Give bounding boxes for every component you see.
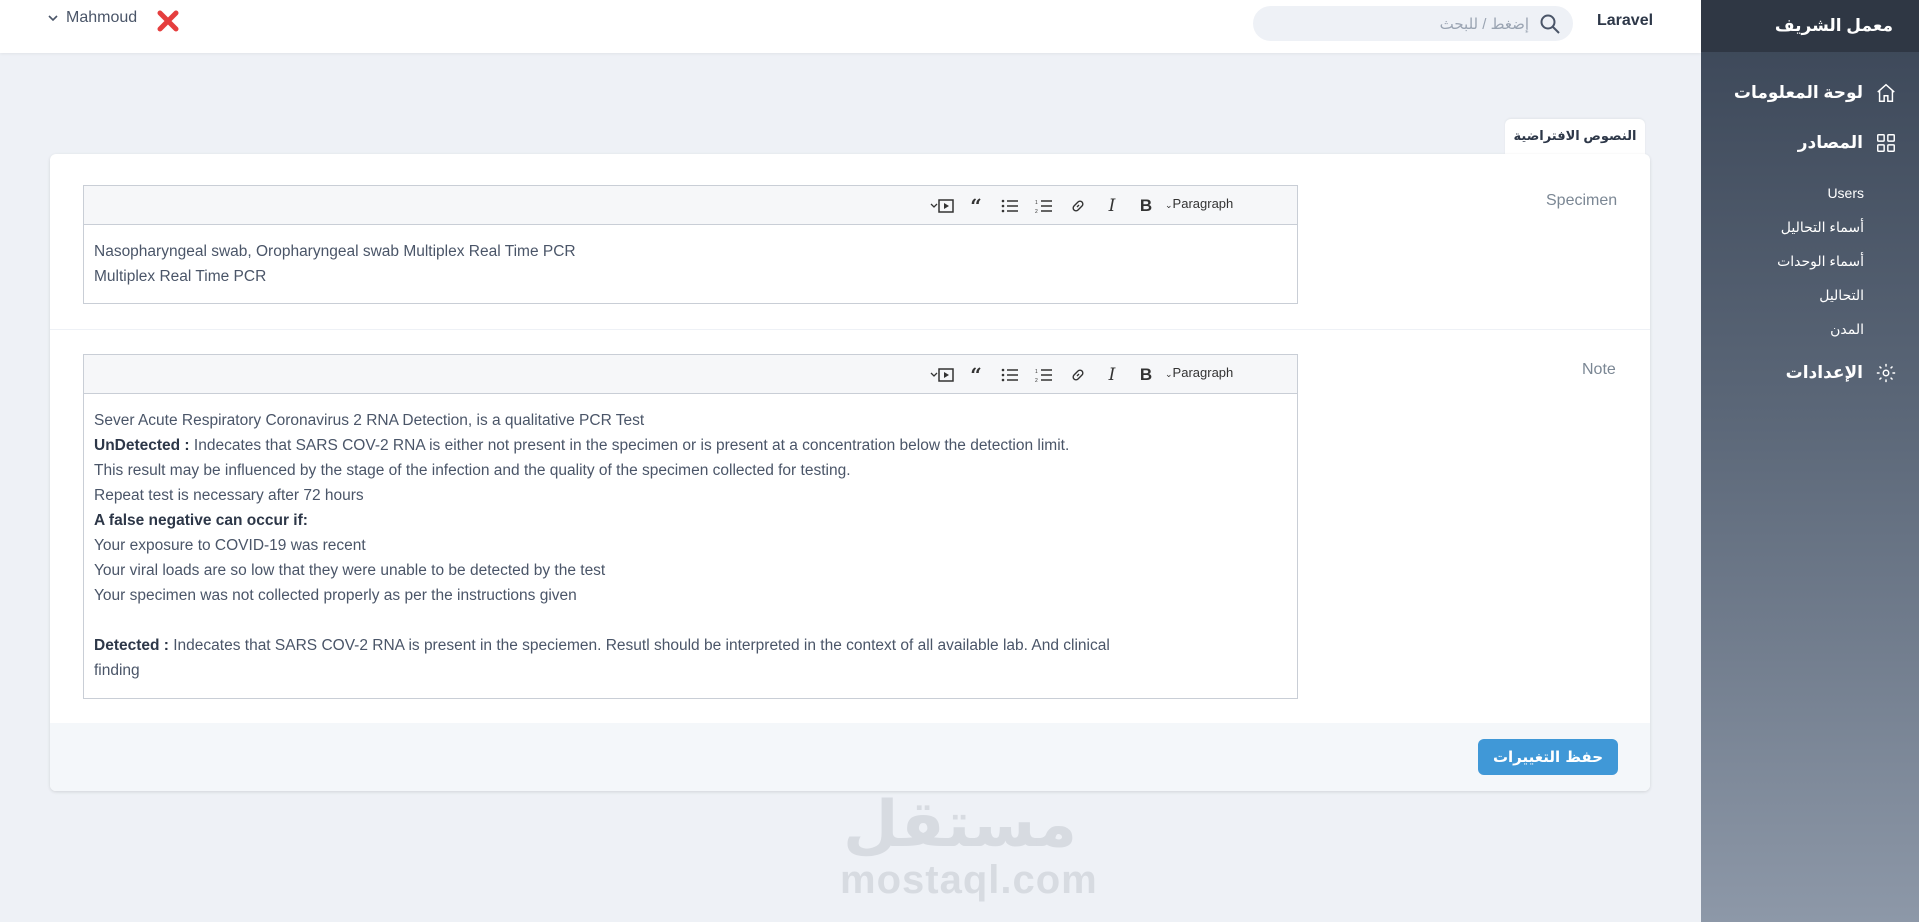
close-x-icon[interactable] (157, 10, 179, 32)
note-line: Your exposure to COVID-19 was recent (94, 537, 366, 554)
specimen-label: Specimen (1546, 192, 1618, 209)
search-icon (1540, 14, 1560, 34)
note-editor[interactable]: ⌄Paragraph B I 12 “ Sever Acute Respirat… (83, 354, 1298, 699)
sidebar-item-users[interactable]: Users (1701, 176, 1864, 210)
numbered-list-icon[interactable]: 12 (1032, 194, 1056, 218)
watermark-logo: مستقل mostaql.com (840, 788, 1098, 902)
sidebar-item-test-names[interactable]: أسماء التحاليل (1701, 210, 1864, 244)
gear-icon (1876, 363, 1896, 383)
format-dropdown[interactable]: ⌄Paragraph (1165, 196, 1233, 211)
note-line: Your viral loads are so low that they we… (94, 562, 606, 579)
quote-icon[interactable]: “ (964, 194, 988, 218)
user-menu[interactable]: Mahmoud (48, 9, 137, 27)
sidebar: معمل الشريف لوحة المعلومات المصادر Users… (1701, 0, 1919, 922)
settings-card: Specimen ⌄Paragraph B I 12 “ Nasopharyng… (50, 154, 1650, 791)
divider (50, 329, 1650, 330)
undetected-text: Indecates that SARS COV-2 RNA is either … (189, 437, 1070, 454)
note-blank-line (94, 608, 1287, 633)
format-label: Paragraph (1172, 365, 1234, 380)
svg-text:2: 2 (1035, 378, 1038, 382)
svg-text:1: 1 (1035, 200, 1038, 206)
false-negative-heading: A false negative can occur if: (94, 512, 308, 529)
chevron-down-icon: ⌄ (1165, 200, 1173, 210)
media-embed-icon[interactable] (930, 194, 954, 218)
italic-icon[interactable]: I (1100, 363, 1124, 387)
note-line: A false negative can occur if: (94, 508, 1287, 533)
nav-settings[interactable]: الإعدادات (1701, 362, 1919, 384)
search-placeholder: إضغط / للبحث (1439, 15, 1529, 33)
bold-icon[interactable]: B (1134, 194, 1158, 218)
nav-resources-label: المصادر (1797, 133, 1863, 152)
note-line: UnDetected : Indecates that SARS COV-2 R… (94, 433, 1287, 458)
note-line: Repeat test is necessary after 72 hours (94, 487, 364, 504)
media-embed-icon[interactable] (930, 363, 954, 387)
brand-name[interactable]: Laravel (1597, 12, 1653, 30)
home-icon (1877, 83, 1895, 102)
quote-icon[interactable]: “ (964, 363, 988, 387)
sidebar-title[interactable]: معمل الشريف (1701, 0, 1919, 52)
save-changes-button[interactable]: حفظ التغييرات (1478, 739, 1618, 775)
chevron-down-icon: ⌄ (1165, 369, 1173, 379)
tab-default-texts[interactable]: النصوص الافتراضية (1505, 119, 1645, 155)
sidebar-item-tests[interactable]: التحاليل (1701, 278, 1864, 312)
note-label: Note (1582, 361, 1616, 378)
specimen-toolbar: ⌄Paragraph B I 12 “ (84, 186, 1297, 225)
sidebar-item-unit-names[interactable]: أسماء الوحدات (1701, 244, 1864, 278)
specimen-content[interactable]: Nasopharyngeal swab, Oropharyngeal swab … (84, 225, 1297, 303)
nav-dashboard[interactable]: لوحة المعلومات (1701, 82, 1919, 104)
svg-text:1: 1 (1035, 369, 1038, 375)
undetected-label: UnDetected : (94, 437, 190, 454)
detected-label: Detected : (94, 637, 169, 654)
resources-list: Users أسماء التحاليل أسماء الوحدات التحا… (1701, 176, 1919, 346)
link-icon[interactable] (1066, 194, 1090, 218)
format-dropdown[interactable]: ⌄Paragraph (1165, 365, 1233, 380)
note-line: This result may be influenced by the sta… (94, 462, 851, 479)
note-line: Sever Acute Respiratory Coronavirus 2 RN… (94, 412, 645, 429)
note-content[interactable]: Sever Acute Respiratory Coronavirus 2 RN… (84, 394, 1297, 697)
note-line: Detected : Indecates that SARS COV-2 RNA… (94, 633, 1287, 658)
bullet-list-icon[interactable] (998, 363, 1022, 387)
specimen-line-2: Multiplex Real Time PCR (94, 268, 267, 285)
card-footer: حفظ التغييرات (50, 723, 1650, 791)
nav-settings-label: الإعدادات (1785, 363, 1863, 382)
svg-text:2: 2 (1035, 209, 1038, 213)
grid-icon (1877, 134, 1895, 152)
specimen-editor[interactable]: ⌄Paragraph B I 12 “ Nasopharyngeal swab,… (83, 185, 1298, 304)
format-label: Paragraph (1172, 196, 1234, 211)
numbered-list-icon[interactable]: 12 (1032, 363, 1056, 387)
bold-icon[interactable]: B (1134, 363, 1158, 387)
watermark-arabic: مستقل (842, 788, 1078, 862)
specimen-line-1: Nasopharyngeal swab, Oropharyngeal swab … (94, 243, 576, 260)
chevron-down-icon (48, 15, 58, 22)
watermark-latin: mostaql.com (840, 858, 1098, 902)
user-name: Mahmoud (66, 9, 138, 26)
top-bar: Mahmoud إضغط / للبحث Laravel (0, 0, 1701, 53)
bullet-list-icon[interactable] (998, 194, 1022, 218)
note-line: finding (94, 662, 140, 679)
nav-dashboard-label: لوحة المعلومات (1733, 83, 1863, 102)
italic-icon[interactable]: I (1100, 194, 1124, 218)
link-icon[interactable] (1066, 363, 1090, 387)
note-line: Your specimen was not collected properly… (94, 587, 577, 604)
search-box[interactable]: إضغط / للبحث (1253, 6, 1573, 41)
note-toolbar: ⌄Paragraph B I 12 “ (84, 355, 1297, 394)
nav-resources[interactable]: المصادر (1701, 132, 1919, 154)
detected-text: Indecates that SARS COV-2 RNA is present… (168, 637, 1110, 654)
sidebar-item-cities[interactable]: المدن (1701, 312, 1864, 346)
